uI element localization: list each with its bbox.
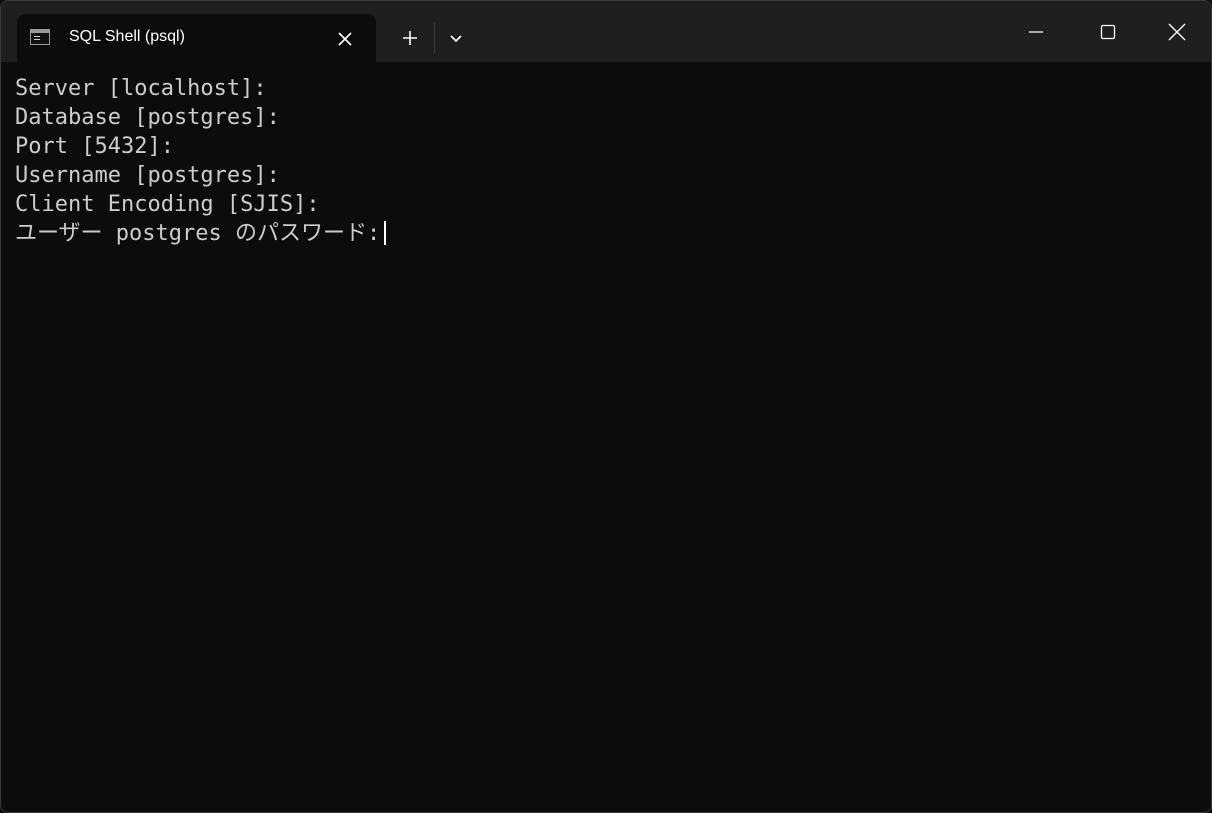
tab-sql-shell[interactable]: SQL Shell (psql) xyxy=(17,14,376,62)
text-cursor xyxy=(384,221,387,245)
close-tab-button[interactable] xyxy=(334,28,356,50)
new-tab-button[interactable] xyxy=(393,23,427,53)
window-close-button[interactable] xyxy=(1152,9,1202,55)
maximize-icon xyxy=(1100,24,1116,40)
tab-divider xyxy=(434,23,435,53)
title-bar[interactable]: SQL Shell (psql) xyxy=(1,1,1211,62)
prompt-line-username: Username [postgres]: xyxy=(15,163,280,188)
terminal-window: SQL Shell (psql) Server [localhost]: Dat… xyxy=(0,0,1212,813)
prompt-line-encoding: Client Encoding [SJIS]: xyxy=(15,192,320,217)
tab-title: SQL Shell (psql) xyxy=(69,28,185,45)
tab-dropdown-button[interactable] xyxy=(441,23,471,53)
minimize-icon xyxy=(1029,31,1043,33)
prompt-line-server: Server [localhost]: xyxy=(15,76,267,101)
terminal-output[interactable]: Server [localhost]: Database [postgres]:… xyxy=(15,74,1197,802)
chevron-down-icon xyxy=(450,35,462,43)
maximize-button[interactable] xyxy=(1083,9,1133,55)
prompt-line-port: Port [5432]: xyxy=(15,134,174,159)
password-prompt: ユーザー postgres のパスワード: xyxy=(15,221,381,246)
terminal-icon xyxy=(30,29,50,45)
prompt-line-password[interactable]: ユーザー postgres のパスワード: xyxy=(15,219,1197,248)
prompt-line-database: Database [postgres]: xyxy=(15,105,280,130)
minimize-button[interactable] xyxy=(1011,9,1061,55)
plus-icon xyxy=(403,31,417,45)
close-icon xyxy=(338,32,352,46)
close-icon xyxy=(1168,23,1186,41)
